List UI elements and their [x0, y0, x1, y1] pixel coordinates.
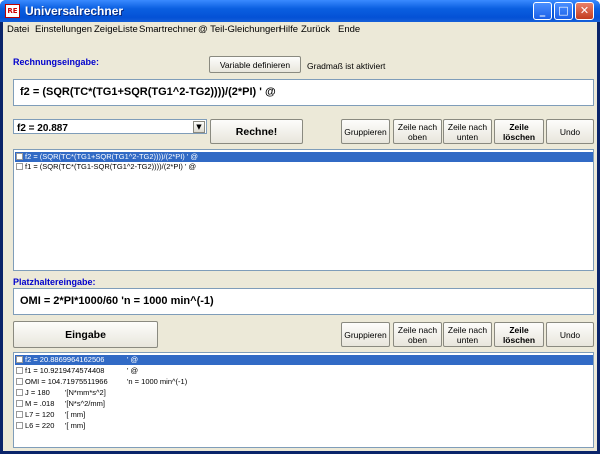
formula-list: f2 = (SQR(TC*(TG1+SQR(TG1^2-TG2))))/(2*P… — [13, 149, 594, 271]
close-button[interactable]: ✕ — [575, 2, 594, 20]
row-delete-button[interactable]: Zeile löschen — [494, 119, 544, 144]
checkbox[interactable] — [16, 163, 23, 171]
list-item-value: OMI = 104.71975511966 — [25, 377, 108, 386]
degree-mode-status: Gradmaß ist aktiviert — [307, 61, 386, 71]
window-title: Universalrechner — [25, 4, 124, 18]
chevron-down-icon[interactable]: ▼ — [193, 121, 205, 133]
list-item[interactable]: OMI = 104.71975511966 'n = 1000 min^(-1) — [15, 377, 593, 387]
group-button[interactable]: Gruppieren — [341, 119, 390, 144]
menu-zurueck[interactable]: Zurück — [301, 24, 330, 35]
list-item-value: L6 = 220 — [25, 421, 55, 430]
undo-button[interactable]: Undo — [546, 119, 594, 144]
list-item-comment: ' @ — [127, 366, 139, 375]
app-window: RE Universalrechner _ □ ✕ Datei Einstell… — [0, 0, 600, 454]
variable-define-button[interactable]: Variable definieren — [209, 56, 301, 73]
checkbox[interactable] — [16, 389, 23, 397]
menu-ende[interactable]: Ende — [338, 24, 360, 35]
list-item-value: f1 = 10.9219474574408 — [25, 366, 105, 375]
row-up-button[interactable]: Zeile nach oben — [393, 119, 442, 144]
app-logo-icon: RE — [5, 4, 20, 18]
formula-input[interactable]: f2 = (SQR(TC*(TG1+SQR(TG1^2-TG2))))/(2*P… — [13, 79, 594, 106]
list-item-comment: '[N*mm*s^2] — [65, 388, 106, 397]
menu-teil-gleichungen[interactable]: @ Teil-Gleichungen — [198, 24, 281, 35]
list-item-comment: ' @ — [127, 355, 139, 364]
list-item[interactable]: f1 = 10.9219474574408 ' @ — [15, 366, 593, 376]
list-item-text: f2 = (SQR(TC*(TG1+SQR(TG1^2-TG2))))/(2*P… — [25, 152, 198, 161]
list-item-value: f2 = 20.8869964162506 — [25, 355, 105, 364]
list-item[interactable]: f1 = (SQR(TC*(TG1-SQR(TG1^2-TG2))))/(2*P… — [15, 162, 593, 172]
rechnungseingabe-label: Rechnungseingabe: — [13, 57, 100, 67]
checkbox[interactable] — [16, 367, 23, 375]
list-item-value: L7 = 120 — [25, 410, 55, 419]
list-item-text: f1 = (SQR(TC*(TG1-SQR(TG1^2-TG2))))/(2*P… — [25, 162, 197, 171]
result-combo[interactable]: f2 = 20.887 ▼ — [13, 119, 207, 134]
list-item-value: J = 180 — [25, 388, 50, 397]
list-item-comment: 'n = 1000 min^(-1) — [127, 377, 188, 386]
group-button-2[interactable]: Gruppieren — [341, 322, 390, 347]
menu-zeigeliste[interactable]: ZeigeListe — [94, 24, 138, 35]
list-item-comment: '[ mm] — [65, 421, 86, 430]
list-item[interactable]: L6 = 220 '[ mm] — [15, 421, 593, 431]
list-item[interactable]: f2 = 20.8869964162506 ' @ — [15, 355, 593, 365]
list-item[interactable]: J = 180 '[N*mm*s^2] — [15, 388, 593, 398]
minimize-button[interactable]: _ — [533, 2, 552, 20]
checkbox[interactable] — [16, 400, 23, 408]
maximize-button[interactable]: □ — [554, 2, 573, 20]
title-bar[interactable]: RE Universalrechner _ □ ✕ — [0, 0, 600, 22]
row-up-button-2[interactable]: Zeile nach oben — [393, 322, 442, 347]
checkbox[interactable] — [16, 356, 23, 364]
client-area: Datei Einstellungen ZeigeListe Smartrech… — [3, 22, 597, 451]
row-down-button[interactable]: Zeile nach unten — [443, 119, 492, 144]
menu-einstellungen[interactable]: Einstellungen — [35, 24, 92, 35]
undo-button-2[interactable]: Undo — [546, 322, 594, 347]
list-item[interactable]: f2 = (SQR(TC*(TG1+SQR(TG1^2-TG2))))/(2*P… — [15, 152, 593, 162]
enter-button[interactable]: Eingabe — [13, 321, 158, 348]
list-item-value: M = .018 — [25, 399, 55, 408]
list-item-comment: '[N*s^2/mm] — [65, 399, 105, 408]
checkbox[interactable] — [16, 378, 23, 386]
row-delete-button-2[interactable]: Zeile löschen — [494, 322, 544, 347]
checkbox[interactable] — [16, 422, 23, 430]
platzhaltereingabe-label: Platzhaltereingabe: — [13, 277, 96, 287]
row-down-button-2[interactable]: Zeile nach unten — [443, 322, 492, 347]
menu-hilfe[interactable]: Hilfe — [279, 24, 298, 35]
list-item[interactable]: L7 = 120 '[ mm] — [15, 410, 593, 420]
result-value: f2 = 20.887 — [17, 123, 68, 134]
list-item-comment: '[ mm] — [65, 410, 86, 419]
placeholder-input[interactable]: OMI = 2*PI*1000/60 'n = 1000 min^(-1) — [13, 288, 594, 315]
placeholder-list: f2 = 20.8869964162506 ' @ f1 = 10.9219474… — [13, 352, 594, 448]
checkbox[interactable] — [16, 153, 23, 161]
menu-smartrechner[interactable]: Smartrechner — [139, 24, 197, 35]
calculate-button[interactable]: Rechne! — [210, 119, 303, 144]
list-item[interactable]: M = .018 '[N*s^2/mm] — [15, 399, 593, 409]
menu-datei[interactable]: Datei — [7, 24, 29, 35]
checkbox[interactable] — [16, 411, 23, 419]
menu-bar: Datei Einstellungen ZeigeListe Smartrech… — [3, 22, 597, 38]
